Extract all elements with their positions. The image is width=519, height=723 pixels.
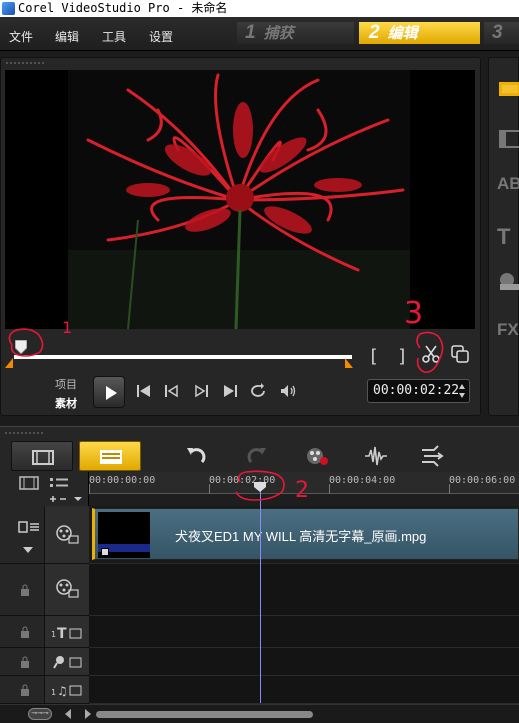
annotation-label-3: 3: [404, 296, 424, 331]
annotation-circle-1: [8, 328, 44, 357]
annotation-circle-2: [235, 470, 285, 501]
annotation-label-2: 2: [295, 478, 309, 503]
annotation-label-1: 1: [62, 318, 73, 337]
annotation-circle-3: [416, 331, 444, 374]
annotation-layer: [8, 328, 444, 501]
